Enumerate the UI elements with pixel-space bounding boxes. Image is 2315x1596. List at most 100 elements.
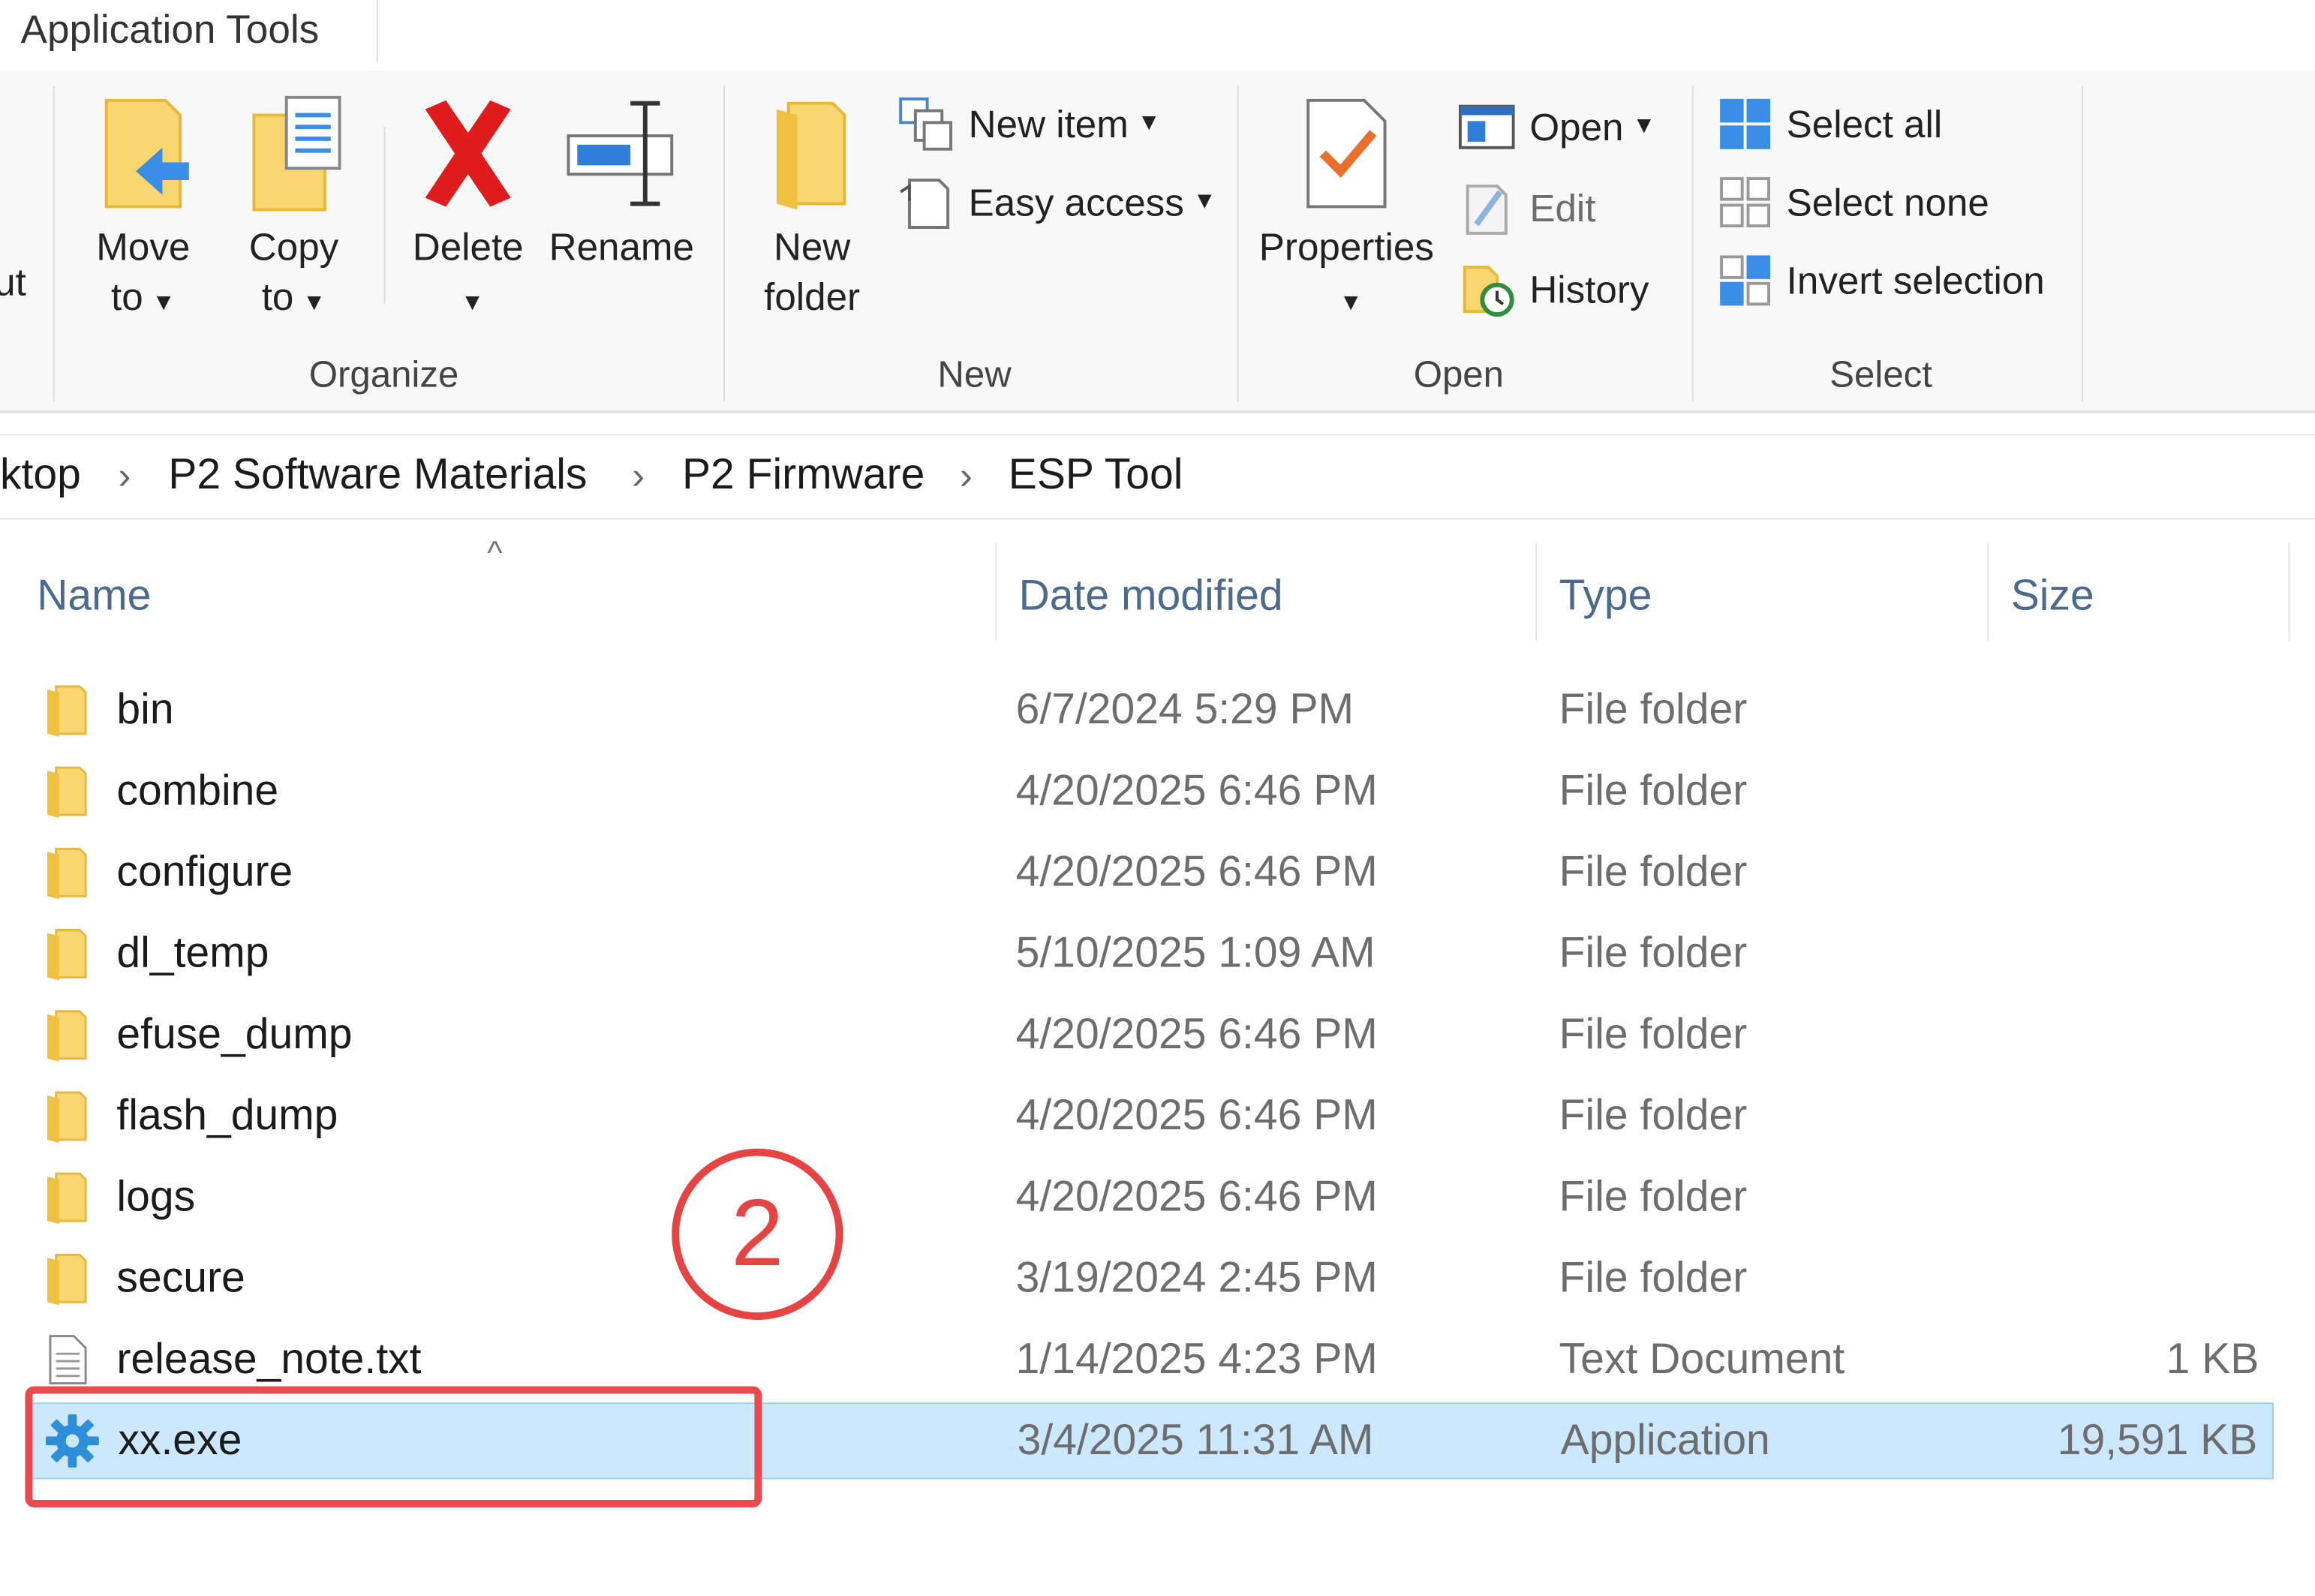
ribbon-separator: [723, 86, 726, 402]
rename-button[interactable]: Rename: [546, 95, 697, 272]
group-label-new: New: [937, 354, 1012, 396]
tab-application-tools[interactable]: Application Tools: [0, 0, 378, 62]
dropdown-arrow-icon: ▼: [461, 290, 485, 317]
new-item-icon: [899, 97, 953, 151]
file-name: dl_temp: [116, 930, 269, 978]
file-type: File folder: [1559, 686, 1748, 734]
file-name: flash_dump: [116, 1092, 338, 1140]
file-row-logs[interactable]: logs 4/20/2025 6:46 PM File folder: [29, 1159, 2274, 1235]
file-row-flash-dump[interactable]: flash_dump 4/20/2025 6:46 PM File folder: [29, 1078, 2274, 1154]
column-header-name[interactable]: Name: [37, 564, 151, 630]
file-row-efuse-dump[interactable]: efuse_dump 4/20/2025 6:46 PM File folder: [29, 996, 2274, 1073]
invert-selection-label: Invert selection: [1786, 258, 2045, 303]
history-button[interactable]: History: [1459, 260, 1649, 319]
file-type: File folder: [1559, 849, 1748, 897]
group-label-select: Select: [1829, 354, 1932, 396]
file-type: File folder: [1559, 1255, 1748, 1303]
column-divider[interactable]: [2288, 543, 2290, 641]
breadcrumb-chevron-icon[interactable]: ›: [960, 443, 973, 508]
folder-icon: [47, 929, 87, 981]
copy-to-icon: [252, 95, 341, 212]
delete-x-icon: [425, 100, 511, 207]
file-date: 4/20/2025 6:46 PM: [1015, 1174, 1378, 1222]
file-date: 3/4/2025 11:31 AM: [1017, 1417, 1374, 1465]
column-divider[interactable]: [1535, 543, 1538, 641]
easy-access-label: Easy access: [968, 180, 1184, 225]
new-folder-icon: [776, 101, 846, 210]
file-name: efuse_dump: [116, 1011, 353, 1059]
file-type: File folder: [1559, 1011, 1748, 1059]
column-divider[interactable]: [1987, 543, 1989, 641]
file-date: 6/7/2024 5:29 PM: [1015, 686, 1354, 734]
column-header-size[interactable]: Size: [2011, 564, 2094, 630]
dropdown-arrow-icon: ▼: [1137, 110, 1161, 137]
move-to-button[interactable]: Move to ▼: [86, 95, 200, 329]
breadcrumb-desktop[interactable]: ktop: [0, 443, 81, 508]
select-all-label: Select all: [1786, 101, 1943, 146]
open-window-icon: [1458, 104, 1515, 149]
breadcrumb-p2-firmware[interactable]: P2 Firmware: [682, 443, 924, 508]
open-label: Open: [1529, 104, 1624, 149]
copy-to-label-1: Copy: [248, 224, 339, 269]
file-type: File folder: [1559, 768, 1748, 816]
rename-label: Rename: [549, 224, 695, 269]
column-divider[interactable]: [995, 543, 997, 641]
file-date: 3/19/2024 2:45 PM: [1015, 1255, 1378, 1303]
file-date: 4/20/2025 6:46 PM: [1015, 1011, 1378, 1059]
column-header-date-modified[interactable]: Date modified: [1019, 564, 1283, 630]
breadcrumb-chevron-icon[interactable]: ›: [118, 443, 131, 508]
select-all-button[interactable]: Select all: [1718, 95, 1942, 154]
new-folder-button[interactable]: New folder: [750, 95, 873, 322]
invert-selection-icon: [1720, 255, 1771, 306]
ribbon-separator: [53, 86, 55, 402]
file-type: File folder: [1559, 930, 1748, 978]
group-label-organize: Organize: [308, 354, 459, 396]
easy-access-button[interactable]: Easy access ▼: [897, 173, 1216, 232]
edit-button[interactable]: Edit: [1459, 179, 1595, 238]
new-item-button[interactable]: New item ▼: [897, 95, 1161, 154]
new-item-label: New item: [968, 101, 1129, 146]
delete-button[interactable]: Delete ▼: [407, 95, 528, 329]
breadcrumb-esp-tool[interactable]: ESP Tool: [1009, 443, 1183, 508]
file-date: 4/20/2025 6:46 PM: [1015, 1092, 1378, 1140]
file-row-configure[interactable]: configure 4/20/2025 6:46 PM File folder: [29, 834, 2274, 911]
open-button[interactable]: Open ▼: [1458, 98, 1656, 157]
select-none-button[interactable]: Select none: [1718, 173, 1989, 232]
folder-icon: [47, 1010, 87, 1062]
folder-icon: [47, 766, 87, 818]
column-header-type[interactable]: Type: [1559, 564, 1652, 630]
easy-access-icon: [900, 179, 950, 229]
file-row-combine[interactable]: combine 4/20/2025 6:46 PM File folder: [29, 753, 2274, 829]
ribbon-separator: [383, 127, 386, 305]
dropdown-arrow-icon: ▼: [1632, 113, 1656, 139]
invert-selection-button[interactable]: Invert selection: [1718, 251, 2045, 310]
rename-icon: [567, 101, 674, 206]
properties-button[interactable]: Properties ▼: [1249, 95, 1445, 329]
new-folder-label-2: folder: [764, 274, 861, 319]
file-row-secure[interactable]: secure 3/19/2024 2:45 PM File folder: [29, 1240, 2274, 1317]
file-row-dl-temp[interactable]: dl_temp 5/10/2025 1:09 AM File folder: [29, 915, 2274, 992]
folder-icon: [47, 685, 87, 737]
file-date: 4/20/2025 6:46 PM: [1015, 849, 1378, 897]
folder-icon: [47, 1253, 87, 1306]
select-none-label: Select none: [1786, 180, 1989, 225]
move-to-icon: [104, 98, 189, 209]
file-name: configure: [116, 849, 293, 897]
properties-label: Properties: [1258, 224, 1434, 269]
file-name: secure: [116, 1255, 245, 1303]
file-explorer-window: Application Tools ut Move to ▼ Copy to ▼ D…: [0, 0, 2315, 1596]
file-type: Text Document: [1559, 1336, 1845, 1384]
breadcrumb-chevron-icon[interactable]: ›: [632, 443, 645, 508]
copy-to-label-2: to: [261, 274, 294, 319]
move-to-label-1: Move: [96, 224, 191, 269]
text-document-icon: [49, 1335, 87, 1385]
breadcrumb-p2-software-materials[interactable]: P2 Software Materials: [168, 443, 587, 508]
dropdown-arrow-icon: ▼: [1192, 188, 1216, 215]
ribbon-separator: [1691, 86, 1694, 402]
file-size: 1 KB: [2166, 1336, 2259, 1384]
file-size: 19,591 KB: [2057, 1417, 2258, 1465]
file-row-bin[interactable]: bin 6/7/2024 5:29 PM File folder: [29, 672, 2274, 748]
file-date: 5/10/2025 1:09 AM: [1015, 930, 1375, 978]
copy-to-button[interactable]: Copy to ▼: [236, 95, 351, 329]
clipped-ribbon-label: ut: [0, 260, 26, 305]
